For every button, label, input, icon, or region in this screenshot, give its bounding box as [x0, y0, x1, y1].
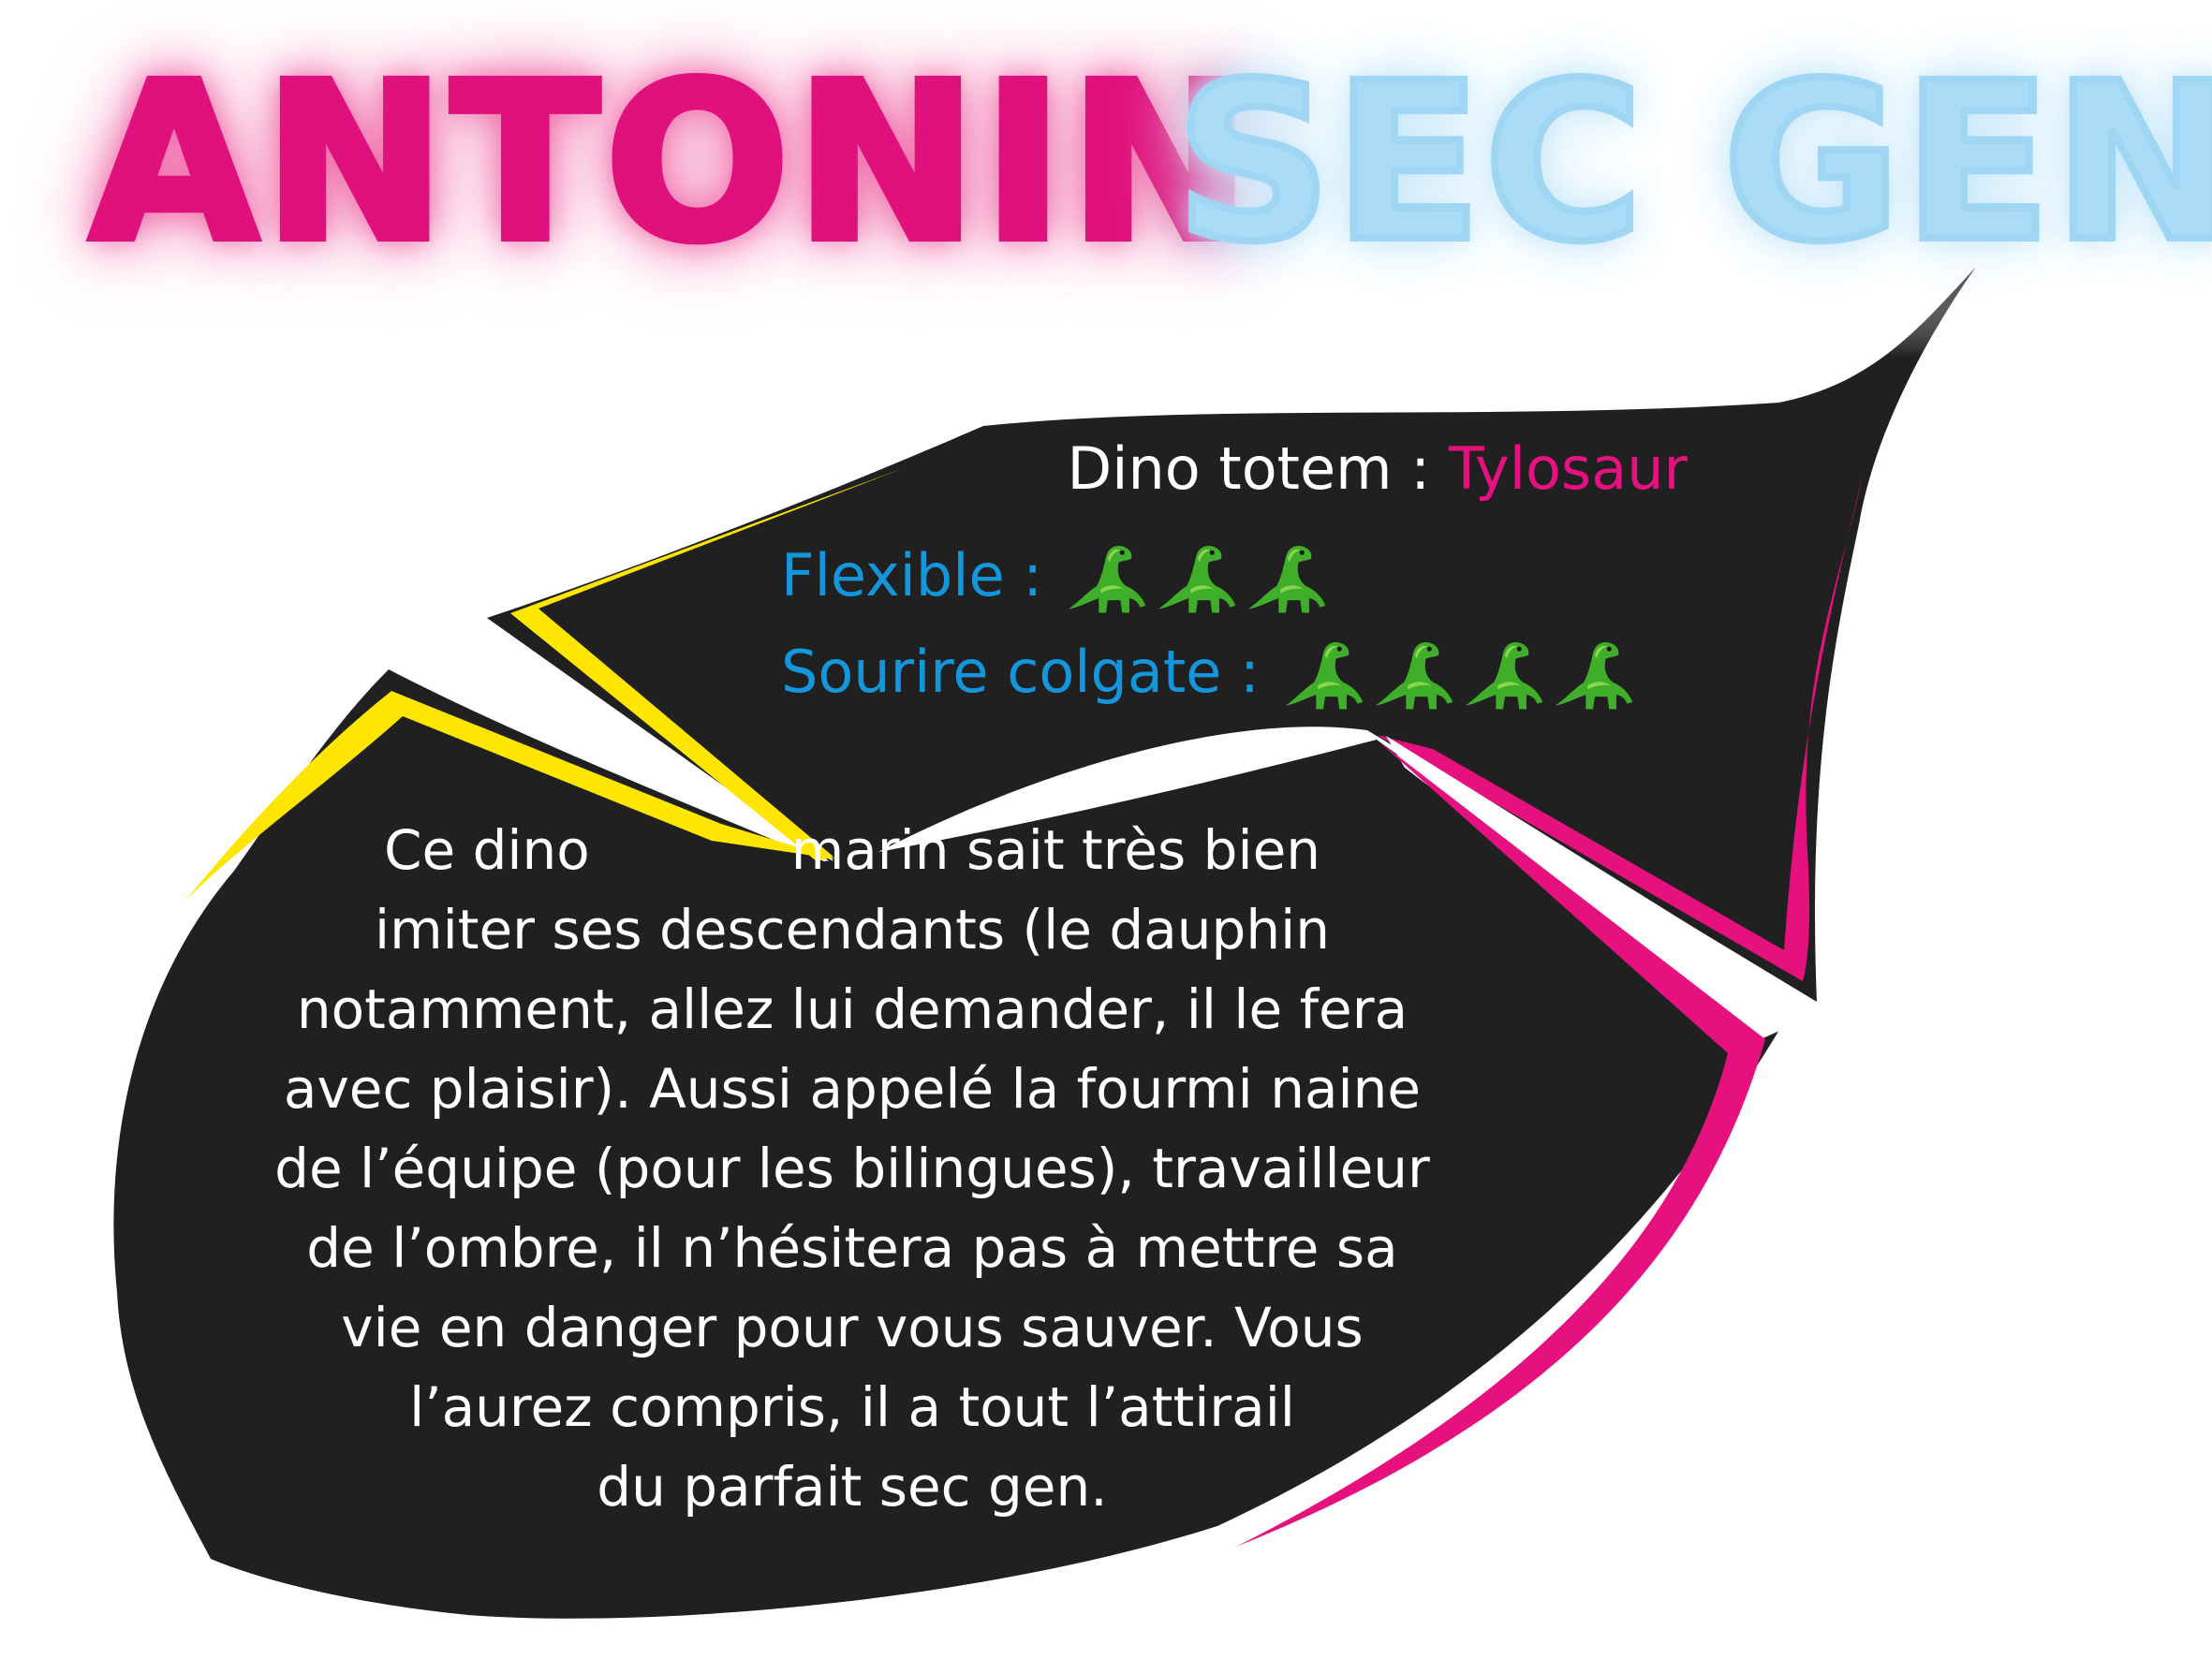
- green-dinosaur-icon: [1247, 546, 1326, 613]
- description-line: avec plaisir). Aussi appelé la fourmi na…: [283, 1057, 1422, 1121]
- description-line: imiter ses descendants (le dauphin: [375, 898, 1330, 962]
- description-text: Ce dino: [383, 818, 590, 882]
- poster: ANTONIN SEC GEN Dino totem : Tylosaur Fl…: [0, 0, 2212, 1659]
- name-title: ANTONIN: [86, 37, 1257, 289]
- description-line: de l’ombre, il n’hésitera pas à mettre s…: [306, 1216, 1398, 1280]
- description-line: Ce dino marin sait très bien: [178, 811, 1526, 890]
- green-dinosaur-icon: [1285, 642, 1363, 710]
- role-title: SEC GEN: [1172, 37, 2212, 289]
- flexible-rating: [1061, 538, 1331, 621]
- sourire-row: Sourire colgate :: [781, 635, 1638, 717]
- description-line: l’aurez compris, il a tout l’attirail: [409, 1375, 1295, 1439]
- sourire-rating: [1278, 635, 1638, 717]
- totem-label: Dino totem :: [1067, 434, 1449, 503]
- description-text: marin sait très bien: [790, 818, 1321, 882]
- description: Ce dino marin sait très bien imiter ses d…: [178, 811, 1526, 1527]
- green-dinosaur-icon: [1555, 642, 1632, 710]
- green-dinosaur-icon: [1068, 546, 1146, 613]
- green-dinosaur-icon: [1465, 642, 1542, 710]
- totem-row: Dino totem : Tylosaur: [1068, 440, 1688, 498]
- description-line: du parfait sec gen.: [597, 1455, 1108, 1519]
- totem-value: Tylosaur: [1448, 434, 1688, 503]
- flexible-row: Flexible :: [781, 538, 1331, 621]
- green-dinosaur-icon: [1375, 642, 1453, 710]
- description-line: vie en danger pour vous sauver. Vous: [341, 1296, 1364, 1359]
- green-dinosaur-icon: [1158, 546, 1236, 613]
- description-line: notamment, allez lui demander, il le fer…: [296, 977, 1408, 1041]
- sourire-label: Sourire colgate :: [781, 638, 1260, 707]
- description-line: de l’équipe (pour les bilingues), travai…: [274, 1137, 1430, 1200]
- flexible-label: Flexible :: [781, 541, 1043, 610]
